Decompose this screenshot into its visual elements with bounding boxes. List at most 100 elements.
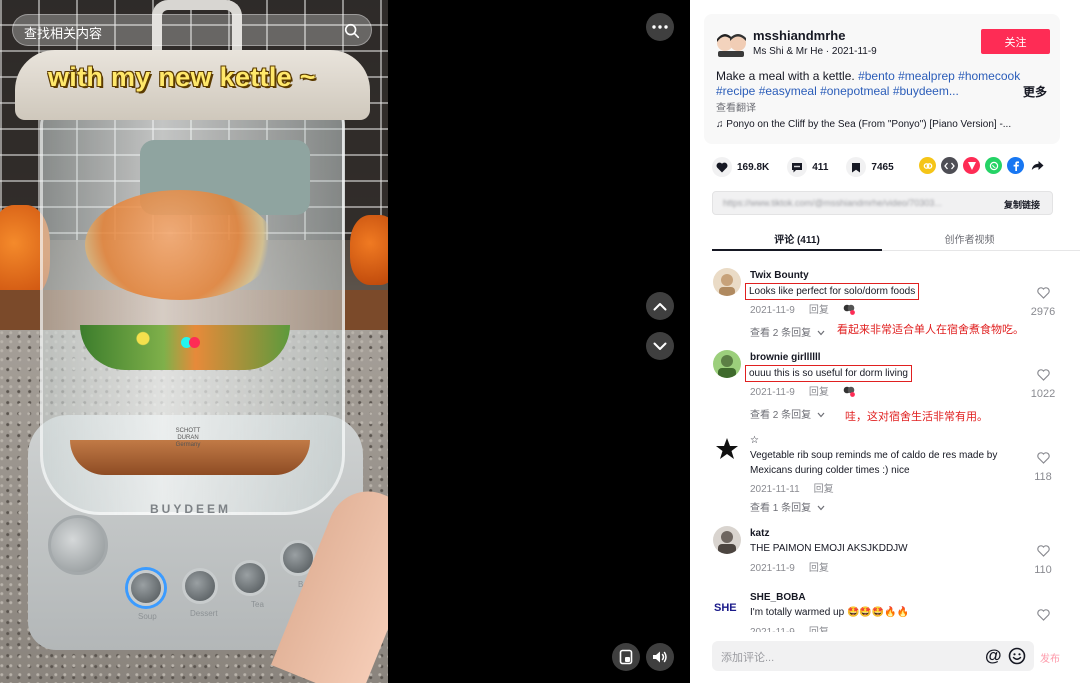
comment-date: 2021-11-11 [750, 484, 800, 495]
comment-button[interactable]: 411 [787, 157, 828, 177]
share-icons [919, 157, 1046, 174]
comment-date: 2021-11-9 [750, 387, 795, 398]
hashtag[interactable]: #easymeal [759, 84, 817, 98]
description-text: Make a meal with a kettle. [716, 69, 859, 83]
video-link-box[interactable]: https://www.tiktok.com/@msshiandmrhe/vid… [712, 191, 1053, 215]
soup-knob [128, 570, 164, 606]
view-replies-label: 查看 1 条回复 [750, 503, 812, 514]
reply-button[interactable]: 回复 [809, 305, 829, 316]
facebook-icon[interactable] [1007, 157, 1024, 174]
mention-icon[interactable]: @ [985, 646, 1002, 666]
view-replies-button[interactable]: 查看 2 条回复 [750, 406, 825, 421]
comment-like-count: 110 [1034, 564, 1052, 576]
she-avatar[interactable]: SHE [713, 592, 741, 620]
reply-button[interactable]: 回复 [809, 387, 829, 398]
reply-button[interactable]: 回复 [809, 563, 829, 574]
video-info-card: msshiandmrhe Ms Shi & Mr He · 2021-11-9 … [704, 14, 1060, 144]
comment-text: ouuu this is so useful for dorm living [745, 365, 912, 382]
video-caption: with my new kettle ~ [48, 62, 316, 92]
related-search-bar[interactable]: 查找相关内容 [12, 14, 372, 46]
vegetables [85, 190, 275, 300]
tiktok-watermark-icon [181, 337, 203, 349]
knob-label: Soup [138, 612, 157, 621]
hashtag[interactable]: #recipe [716, 84, 755, 98]
dessert-knob [182, 568, 218, 604]
music-note-icon: ♫ [716, 119, 727, 130]
comment-like-button[interactable]: 118 [1028, 451, 1058, 483]
bookmark-icon [852, 162, 861, 172]
hashtag[interactable]: #mealprep [898, 69, 955, 83]
emoji-icon[interactable] [1008, 647, 1026, 665]
speaker-icon [653, 651, 667, 663]
author-avatar[interactable] [714, 31, 748, 57]
comment-like-count: 118 [1034, 471, 1052, 483]
search-icon[interactable] [343, 22, 361, 40]
comment-username[interactable]: SHE_BOBA [750, 592, 806, 603]
star-avatar[interactable] [713, 435, 741, 463]
video-player[interactable]: SCHOTT DURAN Germany BUYDEEM Soup Desser… [0, 0, 690, 683]
comment-like-button[interactable]: 2976 [1028, 286, 1058, 318]
comment-like-button[interactable] [1028, 608, 1058, 626]
video-frame[interactable]: SCHOTT DURAN Germany BUYDEEM Soup Desser… [0, 0, 388, 683]
view-replies-label: 查看 2 条回复 [750, 328, 812, 339]
more-options-button[interactable] [646, 13, 674, 41]
view-replies-button[interactable]: 查看 1 条回复 [750, 499, 825, 514]
creator-liked-icon [843, 304, 855, 315]
comment-like-count: 2976 [1030, 306, 1056, 318]
hashtag[interactable]: #onepotmeal [820, 84, 889, 98]
avatar[interactable] [713, 350, 741, 378]
avatar[interactable] [713, 268, 741, 296]
comment-username[interactable]: brownie girllllll [750, 352, 821, 363]
pumpkin-decoration-right [350, 215, 388, 285]
comment-like-button[interactable]: 110 [1028, 544, 1058, 576]
copy-link-button[interactable]: 复制链接 [1004, 198, 1040, 211]
forward-share-icon[interactable] [1029, 157, 1046, 174]
view-replies-button[interactable]: 查看 2 条回复 [750, 324, 825, 339]
follow-button[interactable]: 关注 [981, 29, 1050, 54]
reply-button[interactable]: 回复 [814, 484, 834, 495]
reply-button[interactable]: 回复 [809, 627, 829, 632]
comment-username[interactable]: ☆ [750, 435, 759, 446]
volume-button[interactable] [646, 643, 674, 671]
expand-description-button[interactable]: 更多 [1023, 83, 1047, 100]
glass-brand: SCHOTT DURAN Germany [175, 428, 201, 449]
creator-liked-icon [843, 386, 855, 397]
post-comment-button[interactable]: 发布 [1040, 650, 1060, 665]
previous-video-button[interactable] [646, 292, 674, 320]
tab-creator-videos[interactable]: 创作者视频 [882, 231, 1057, 246]
hashtag[interactable]: #buydeem... [893, 84, 959, 98]
comment-icon [792, 162, 803, 172]
comment-input[interactable]: 添加评论... @ [712, 641, 1034, 671]
music-link[interactable]: ♫ Ponyo on the Cliff by the Sea (From "P… [716, 119, 1056, 130]
comment-meta: 2021-11-9 回复 [750, 559, 829, 574]
see-translation-link[interactable]: 查看翻译 [716, 99, 756, 114]
friends-share-icon[interactable] [919, 157, 936, 174]
like-button[interactable]: 169.8K [712, 157, 769, 177]
avatar[interactable] [713, 526, 741, 554]
comment-list: Twix Bounty Looks like perfect for solo/… [690, 252, 1080, 632]
save-button[interactable]: 7465 [846, 157, 894, 177]
hashtag[interactable]: #bento [858, 69, 895, 83]
author-display-and-date: Ms Shi & Mr He · 2021-11-9 [753, 46, 877, 57]
chevron-down-icon [817, 505, 825, 511]
tab-comments[interactable]: 评论 (411) [712, 231, 882, 251]
heart-icon [716, 162, 728, 172]
comment-like-button[interactable]: 1022 [1028, 368, 1058, 400]
comment-username[interactable]: katz [750, 528, 769, 539]
whatsapp-icon[interactable] [985, 157, 1002, 174]
hashtag[interactable]: #homecook [958, 69, 1020, 83]
chevron-up-icon [653, 302, 667, 310]
embed-icon[interactable] [941, 157, 958, 174]
author-username[interactable]: msshiandmrhe [753, 28, 845, 43]
next-video-button[interactable] [646, 332, 674, 360]
view-replies-label: 查看 2 条回复 [750, 410, 812, 421]
pip-button[interactable] [612, 643, 640, 671]
save-count: 7465 [871, 161, 894, 173]
comment-like-count: 1022 [1030, 388, 1056, 400]
send-icon[interactable] [963, 157, 980, 174]
knob-label: Tea [251, 600, 264, 609]
knob-label: Dessert [190, 609, 218, 618]
ellipsis-icon [652, 25, 668, 29]
comment-text: I'm totally warmed up 🤩🤩🤩🔥🔥 [750, 607, 910, 618]
comment-username[interactable]: Twix Bounty [750, 270, 809, 281]
